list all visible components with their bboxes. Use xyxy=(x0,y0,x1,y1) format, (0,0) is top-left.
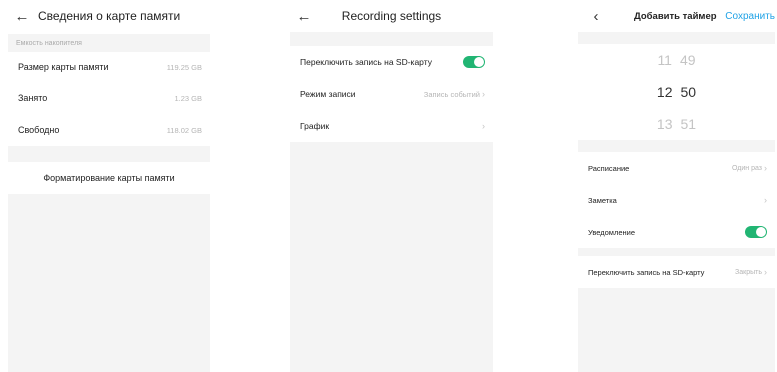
schedule-label: График xyxy=(300,121,330,131)
record-mode-label: Режим записи xyxy=(300,89,356,99)
divider xyxy=(290,32,493,46)
back-chevron-icon[interactable]: ‹ xyxy=(584,4,608,28)
card-size-label: Размер карты памяти xyxy=(18,62,109,72)
add-timer-screen: ‹ Добавить таймер Сохранить 11 49 12 50 13… xyxy=(578,0,775,372)
divider xyxy=(578,32,775,44)
page-title: Сведения о карте памяти xyxy=(38,9,181,23)
chevron-right-icon: › xyxy=(764,195,767,205)
empty-area xyxy=(290,142,493,372)
save-button[interactable]: Сохранить xyxy=(725,11,775,22)
notification-row: Уведомление xyxy=(578,216,775,248)
schedule-row[interactable]: График › xyxy=(290,110,493,142)
note-row[interactable]: Заметка › xyxy=(578,184,775,216)
page-title: Recording settings xyxy=(341,9,442,23)
section-label: Емкость накопителя xyxy=(8,34,210,52)
chevron-right-icon: › xyxy=(482,89,485,99)
free-label: Свободно xyxy=(18,125,60,135)
recording-settings-screen: ← Recording settings Переключить запись … xyxy=(290,0,493,372)
used-label: Занято xyxy=(18,93,48,103)
card-size-row: Размер карты памяти 119.25 GB xyxy=(8,52,210,82)
record-mode-value: Запись событий xyxy=(423,89,480,99)
chevron-right-icon: › xyxy=(764,267,767,277)
page-title: Добавить таймер xyxy=(634,10,717,22)
repeat-value: Один раз xyxy=(731,164,762,172)
sd-switch-row[interactable]: Переключить запись на SD-карту Закрыть › xyxy=(578,256,775,288)
sd-switch-label: Переключить запись на SD-карту xyxy=(588,267,705,277)
sd-record-label: Переключить запись на SD-карту xyxy=(300,57,432,67)
sd-record-toggle-row: Переключить запись на SD-карту xyxy=(290,46,493,78)
chevron-right-icon: › xyxy=(482,121,485,131)
note-label: Заметка xyxy=(588,195,617,205)
repeat-row[interactable]: Расписание Один раз › xyxy=(578,152,775,184)
card-size-value: 119.25 GB xyxy=(166,62,202,72)
time-option-prev[interactable]: 11 49 xyxy=(657,44,695,76)
free-row: Свободно 118.02 GB xyxy=(8,114,210,146)
divider xyxy=(578,140,775,152)
empty-area xyxy=(8,194,210,372)
format-card-button[interactable]: Форматирование карты памяти xyxy=(8,162,210,194)
time-picker[interactable]: 11 49 12 50 13 51 xyxy=(578,44,775,140)
record-mode-row[interactable]: Режим записи Запись событий › xyxy=(290,78,493,110)
empty-area xyxy=(578,288,775,372)
free-value: 118.02 GB xyxy=(166,125,202,135)
divider xyxy=(578,248,775,256)
back-arrow-icon[interactable]: ← xyxy=(10,4,34,28)
sd-record-toggle[interactable] xyxy=(463,56,485,68)
divider xyxy=(8,146,210,162)
repeat-label: Расписание xyxy=(588,163,630,173)
header: ‹ Добавить таймер Сохранить xyxy=(578,0,776,32)
used-value: 1.23 GB xyxy=(174,93,202,103)
sd-switch-value: Закрыть xyxy=(735,268,762,276)
back-arrow-icon[interactable]: ← xyxy=(292,4,316,28)
time-option-next[interactable]: 13 51 xyxy=(657,108,696,140)
used-row: Занято 1.23 GB xyxy=(8,82,210,114)
chevron-right-icon: › xyxy=(764,163,767,173)
notification-toggle[interactable] xyxy=(745,226,767,238)
notification-label: Уведомление xyxy=(588,227,636,237)
time-option-selected[interactable]: 12 50 xyxy=(657,76,696,108)
memory-card-info-screen: ← Сведения о карте памяти Емкость накопи… xyxy=(8,0,210,372)
header: ← Сведения о карте памяти xyxy=(8,0,210,32)
header: ← Recording settings xyxy=(290,0,493,32)
